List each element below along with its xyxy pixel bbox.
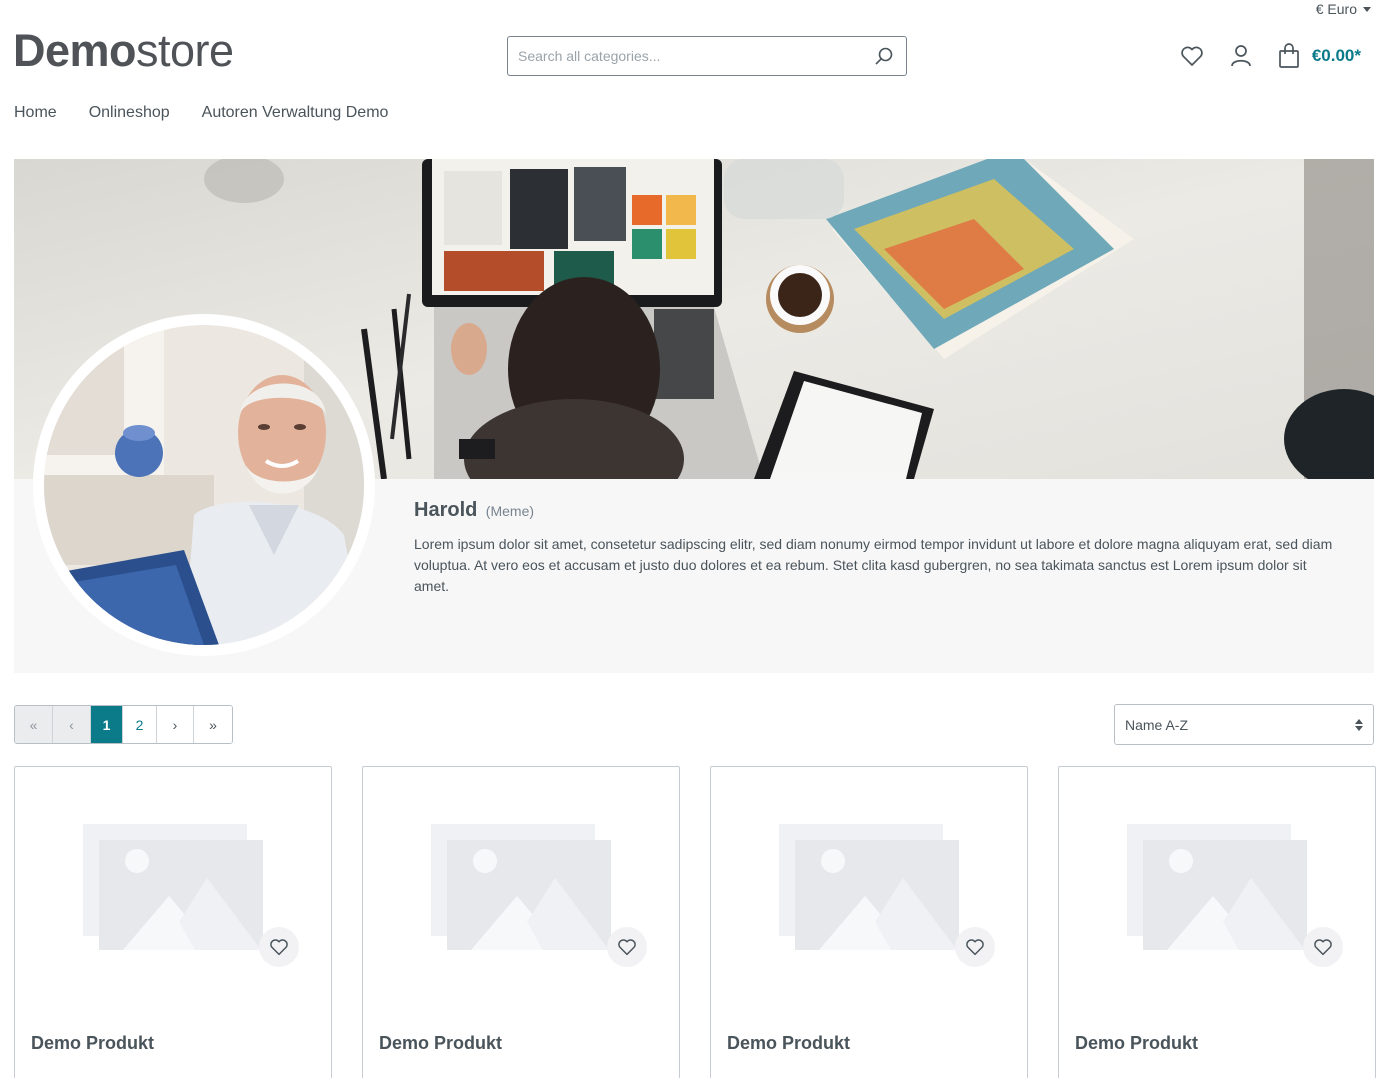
sort-arrows-icon (1355, 718, 1363, 731)
author-bio: Lorem ipsum dolor sit amet, consetetur s… (414, 536, 1333, 594)
author-info: Harold (Meme) Lorem ipsum dolor sit amet… (414, 499, 1344, 597)
sort-selected-value: Name A-Z (1125, 716, 1189, 733)
logo-light-text: store (136, 25, 234, 76)
product-name[interactable]: Demo Produkt (379, 1033, 502, 1054)
logo-bold-text: Demo (13, 25, 137, 76)
image-placeholder-icon (83, 824, 263, 950)
shopping-bag-icon (1278, 43, 1299, 68)
header-actions: €0.00* (1180, 40, 1361, 72)
heart-icon (1314, 939, 1332, 956)
nav-item-onlineshop[interactable]: Onlineshop (89, 104, 170, 122)
image-placeholder-icon (1127, 824, 1307, 950)
heart-icon (270, 939, 288, 956)
add-to-wishlist-button[interactable] (955, 927, 995, 967)
cart-total: €0.00* (1311, 46, 1361, 65)
search-input[interactable] (508, 37, 862, 75)
search-box (507, 36, 907, 76)
pagination: « ‹ 1 2 › » (14, 705, 233, 744)
pagination-page-1[interactable]: 1 (91, 706, 123, 743)
wishlist-button[interactable] (1180, 45, 1204, 67)
pagination-next-button[interactable]: › (157, 706, 194, 743)
product-card[interactable]: Demo Produkt (362, 766, 680, 1078)
heart-icon (618, 939, 636, 956)
pagination-page-2[interactable]: 2 (123, 706, 157, 743)
product-card[interactable]: Demo Produkt (14, 766, 332, 1078)
add-to-wishlist-button[interactable] (259, 927, 299, 967)
pagination-first-button[interactable]: « (15, 706, 53, 743)
caret-down-icon (1363, 7, 1371, 12)
author-avatar (33, 314, 375, 656)
search-button[interactable] (862, 37, 906, 75)
add-to-wishlist-button[interactable] (1303, 927, 1343, 967)
nav-item-authors[interactable]: Autoren Verwaltung Demo (202, 104, 389, 122)
heart-icon (966, 939, 984, 956)
user-icon (1230, 45, 1251, 67)
cart-button[interactable]: €0.00* (1278, 43, 1361, 69)
nav-item-home[interactable]: Home (14, 104, 57, 122)
main-navigation: Home Onlineshop Autoren Verwaltung Demo (14, 104, 388, 122)
product-card[interactable]: Demo Produkt (710, 766, 1028, 1078)
product-name[interactable]: Demo Produkt (727, 1033, 850, 1054)
author-name: Harold (414, 499, 478, 521)
product-name[interactable]: Demo Produkt (1075, 1033, 1198, 1054)
product-grid: Demo Produkt Demo Produkt Demo Produkt D… (14, 766, 1376, 1078)
account-button[interactable] (1230, 44, 1252, 68)
add-to-wishlist-button[interactable] (607, 927, 647, 967)
heart-icon (1181, 46, 1203, 66)
pagination-prev-button[interactable]: ‹ (53, 706, 91, 743)
currency-label: € Euro (1315, 1, 1357, 17)
store-logo[interactable]: Demostore (13, 28, 234, 73)
product-card[interactable]: Demo Produkt (1058, 766, 1376, 1078)
product-name[interactable]: Demo Produkt (31, 1033, 154, 1054)
currency-dropdown[interactable]: € Euro (1316, 1, 1371, 17)
author-subtitle: (Meme) (485, 503, 535, 519)
search-icon (875, 47, 893, 65)
pagination-last-button[interactable]: » (194, 706, 232, 743)
image-placeholder-icon (431, 824, 611, 950)
image-placeholder-icon (779, 824, 959, 950)
sort-select[interactable]: Name A-Z (1114, 704, 1374, 745)
